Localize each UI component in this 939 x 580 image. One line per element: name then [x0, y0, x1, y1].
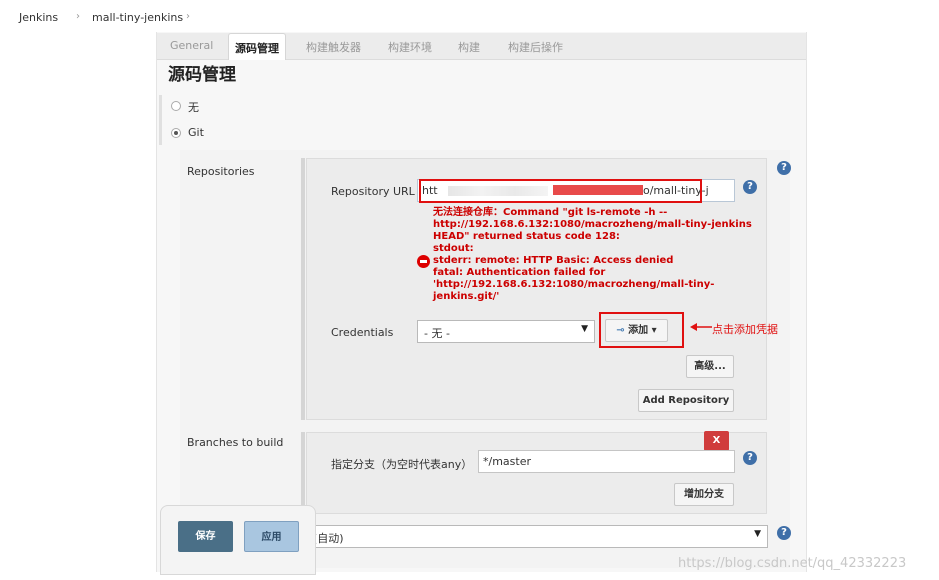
delete-branch-button[interactable]: X: [704, 431, 729, 451]
error-line: HEAD" returned status code 128:: [433, 231, 620, 242]
key-icon: ⊸: [616, 325, 625, 336]
save-button[interactable]: 保存: [178, 521, 233, 552]
advanced-button[interactable]: 高级...: [686, 355, 734, 378]
tab-general[interactable]: General: [170, 39, 213, 52]
url-highlight-box: [419, 179, 702, 203]
config-tabs: General 源码管理 构建触发器 构建环境 构建 构建后操作: [157, 33, 806, 60]
watermark-text: https://blog.csdn.net/qq_42332223: [678, 556, 907, 571]
branches-label: Branches to build: [187, 436, 284, 449]
url-help-icon[interactable]: ?: [743, 180, 757, 194]
breadcrumb-separator: ›: [186, 11, 190, 22]
repositories-label: Repositories: [187, 165, 255, 178]
error-line: fatal: Authentication failed for: [433, 267, 606, 278]
error-message: 无法连接仓库：Command "git ls-remote -h -- http…: [433, 207, 752, 303]
tab-build[interactable]: 构建: [458, 39, 480, 55]
caret-down-icon: ▾: [651, 325, 657, 336]
annotation-arrow-icon: [690, 323, 712, 331]
breadcrumb-job[interactable]: mall-tiny-jenkins: [92, 11, 183, 24]
branch-help-icon[interactable]: ?: [743, 451, 757, 465]
error-line: 'http://192.168.6.132:1080/macrozheng/ma…: [433, 279, 715, 290]
breadcrumb-jenkins[interactable]: Jenkins: [19, 11, 58, 24]
tab-post-build[interactable]: 构建后操作: [508, 39, 563, 55]
dropdown-arrow-icon: ▼: [754, 529, 761, 539]
credentials-label: Credentials: [331, 326, 394, 339]
breadcrumb: Jenkins › mall-tiny-jenkins ›: [0, 7, 939, 29]
repositories-divider: [301, 158, 305, 420]
tab-build-triggers[interactable]: 构建触发器: [306, 39, 361, 55]
section-guide: [159, 95, 162, 145]
credentials-value: - 无 -: [424, 327, 450, 340]
repository-browser-value: (自动): [313, 532, 344, 545]
annotation-text: 点击添加凭据: [712, 323, 778, 336]
dropdown-arrow-icon: ▼: [581, 324, 588, 334]
add-branch-button[interactable]: 增加分支: [674, 483, 734, 506]
tab-scm[interactable]: 源码管理: [228, 33, 286, 60]
add-credentials-label: 添加: [628, 325, 649, 336]
add-repository-button[interactable]: Add Repository: [638, 389, 734, 412]
repository-url-label: Repository URL: [331, 185, 415, 198]
repository-browser-select[interactable]: (自动) ▼: [306, 525, 768, 548]
scm-git-label: Git: [188, 126, 204, 139]
scm-git-radio[interactable]: [171, 128, 181, 138]
branch-specifier-input[interactable]: */master: [478, 450, 735, 473]
browser-help-icon[interactable]: ?: [777, 526, 791, 540]
error-line: jenkins.git/': [433, 291, 500, 302]
scm-none-label: 无: [188, 101, 199, 114]
repositories-help-icon[interactable]: ?: [777, 161, 791, 175]
scm-none-radio[interactable]: [171, 101, 181, 111]
breadcrumb-separator: ›: [76, 11, 80, 22]
error-line: 无法连接仓库：Command "git ls-remote -h --: [433, 207, 668, 218]
error-line: stderr: remote: HTTP Basic: Access denie…: [433, 255, 674, 266]
branch-specifier-label: 指定分支（为空时代表any）: [331, 458, 473, 471]
add-credentials-button[interactable]: ⊸ 添加 ▾: [605, 319, 668, 342]
error-icon: [417, 255, 430, 268]
tab-build-environment[interactable]: 构建环境: [388, 39, 432, 55]
error-line: http://192.168.6.132:1080/macrozheng/mal…: [433, 219, 752, 230]
apply-button[interactable]: 应用: [244, 521, 299, 552]
branches-divider: [301, 432, 305, 514]
credentials-select[interactable]: - 无 - ▼: [417, 320, 595, 343]
error-line: stdout:: [433, 243, 474, 254]
section-title: 源码管理: [168, 65, 236, 85]
